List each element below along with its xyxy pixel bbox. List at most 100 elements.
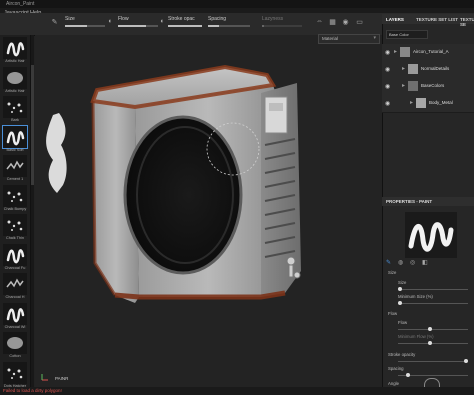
stroke-opacity-slider[interactable] <box>168 25 202 27</box>
toolbar-stroke-opacity-label: Stroke opac <box>168 16 195 22</box>
layer-row[interactable]: ◉ ▸ BaseColors <box>382 78 474 96</box>
properties-title: PROPERTIES - PAINT <box>386 199 433 204</box>
layer-name: Body_Metal <box>429 100 453 105</box>
layer-name: NormalDetails <box>421 66 450 71</box>
brush-preset-label: Artistic Hair <box>5 59 25 63</box>
brush-preset-item[interactable]: Bark <box>2 96 28 126</box>
brush-tab-icon[interactable]: ✎ <box>386 259 391 266</box>
toolbar-spacing-label: Spacing <box>208 16 227 22</box>
label-plate <box>264 96 288 134</box>
layer-thumbnail <box>416 98 426 108</box>
blend-mode-dropdown[interactable]: Base Color <box>386 30 428 39</box>
brush-preset-item[interactable]: Basic Soft <box>2 124 28 156</box>
brush-thumbnail <box>3 37 27 59</box>
brush-preset-item[interactable]: Artistic Hair <box>2 66 28 97</box>
symmetry-icon[interactable]: ⇔ <box>315 18 324 27</box>
tab-layers[interactable]: LAYERS <box>386 17 404 22</box>
prop-spacing-slider[interactable] <box>398 373 468 377</box>
layer-row[interactable]: ◉ ▸ Body_Metal <box>382 95 474 113</box>
brush-preset-label: Cotton <box>9 354 21 358</box>
tab-texture-set-list[interactable]: TEXTURE SET LIST <box>416 17 458 22</box>
eye-icon[interactable]: ◉ <box>385 49 390 56</box>
material-dropdown-label: Material <box>322 36 339 41</box>
prop-min-size-label: Minimum Size (%) <box>398 294 433 299</box>
brush-thumbnail <box>3 332 27 354</box>
brush-thumbnail <box>3 184 27 207</box>
prop-stroke-opacity-slider[interactable] <box>398 359 468 363</box>
tab-texture-set-settings[interactable]: TEXTURE SE <box>460 17 474 27</box>
brush-preset-item[interactable]: Cement 1 <box>2 155 28 185</box>
spacing-slider[interactable] <box>208 25 250 27</box>
toolbar-size-label: Size <box>65 16 75 22</box>
eye-icon[interactable]: ◉ <box>385 66 390 73</box>
axis-gizmo-icon <box>41 374 48 381</box>
prop-min-flow-label: Minimum Flow (%) <box>398 334 434 339</box>
grid-icon[interactable]: ▦ <box>328 18 337 27</box>
chevron-down-icon: ▾ <box>373 35 376 41</box>
prop-spacing-label: Spacing <box>388 366 404 371</box>
brush-icon[interactable]: ✎ <box>50 18 59 27</box>
brush-preset-item[interactable]: Chalk Thin <box>2 214 28 244</box>
prop-flow-section: Flow <box>388 311 398 316</box>
3d-viewport[interactable] <box>35 35 382 387</box>
brush-preset-label: Chalk Bumpy <box>3 206 27 211</box>
material-dropdown[interactable]: Material ▾ <box>318 34 380 44</box>
brush-thumbnail <box>3 96 27 118</box>
layer-thumbnail <box>408 64 418 74</box>
brush-preset-item[interactable]: Charcoal Fu <box>2 243 28 274</box>
window-title: Aircon_Paint <box>6 1 35 7</box>
viewport-footer-label: PAINR <box>55 376 69 381</box>
prop-min-size-slider[interactable] <box>398 301 468 305</box>
layer-row[interactable]: ◉ ▸ NormalDetails <box>382 61 474 79</box>
material-tab-icon[interactable]: ◧ <box>422 259 428 266</box>
pen-pressure-icon[interactable]: ◐ <box>106 18 115 27</box>
prop-min-flow-slider[interactable] <box>398 341 468 345</box>
camera-icon[interactable]: ◉ <box>341 18 350 27</box>
flow-pressure-icon[interactable]: ◐ <box>158 18 167 27</box>
lazyness-slider[interactable] <box>262 25 302 27</box>
shelf-scrollbar[interactable] <box>31 35 34 390</box>
brush-preset-label: Cement 1 <box>6 177 24 181</box>
alpha-tab-icon[interactable]: ◍ <box>398 259 403 266</box>
brush-preset-label: Charcoal Wi <box>4 324 26 329</box>
prop-angle-label: Angle <box>388 381 399 386</box>
prop-flow-label: Flow <box>398 320 408 325</box>
prop-flow-slider[interactable] <box>398 327 468 331</box>
blend-mode-label: Base Color <box>389 32 409 37</box>
display-icon[interactable]: ▭ <box>355 18 364 27</box>
prop-size-label: Size <box>398 280 407 285</box>
brush-preset-item[interactable]: Charcoal Wi <box>2 302 28 333</box>
brush-preset-label: Basic Soft <box>6 147 24 152</box>
brush-preset-label: Charcoal Fu <box>4 265 26 270</box>
brush-thumbnail <box>3 361 27 384</box>
layer-thumbnail <box>408 81 418 91</box>
brush-preset-item[interactable]: Artistic Hair <box>2 37 28 67</box>
title-bar: Aircon_Paint <box>0 0 474 8</box>
brush-preview <box>405 212 457 258</box>
brush-shelf: Artistic Hair Artistic Hair Bark Basic Soft… <box>0 35 31 395</box>
properties-header: PROPERTIES - PAINT <box>382 197 474 206</box>
prop-stroke-opacity-label: Stroke opacity <box>388 352 416 357</box>
brush-preset-label: Bark <box>11 118 19 122</box>
eye-icon[interactable]: ◉ <box>385 83 390 90</box>
size-slider[interactable] <box>65 25 105 27</box>
brush-preset-item[interactable]: Charcoal H <box>2 273 28 303</box>
prop-size-section: Size <box>388 270 397 275</box>
brush-preset-label: Chalk Thin <box>5 236 25 240</box>
brush-thumbnail <box>3 155 27 177</box>
flow-slider[interactable] <box>118 25 158 27</box>
brush-thumbnail <box>3 243 27 266</box>
status-bar: Failed to load a dirty polygon! <box>0 387 474 395</box>
stencil-tab-icon[interactable]: ◎ <box>410 259 415 266</box>
layer-row[interactable]: ◉ ▸ Aircon_Tutorial_A <box>382 44 474 62</box>
brush-thumbnail <box>3 273 27 295</box>
brush-preset-item[interactable]: Chalk Bumpy <box>2 184 28 215</box>
folder-icon: ▸ <box>394 49 398 55</box>
toolbar-flow-label: Flow <box>118 16 129 22</box>
prop-size-slider[interactable] <box>398 287 468 291</box>
brush-preset-item[interactable]: Cotton <box>2 332 28 362</box>
brush-preset-label: Artistic Hair <box>5 88 25 93</box>
viewport-scene <box>46 64 301 303</box>
eye-icon[interactable]: ◉ <box>385 100 390 107</box>
folder-icon: ▸ <box>410 100 414 106</box>
